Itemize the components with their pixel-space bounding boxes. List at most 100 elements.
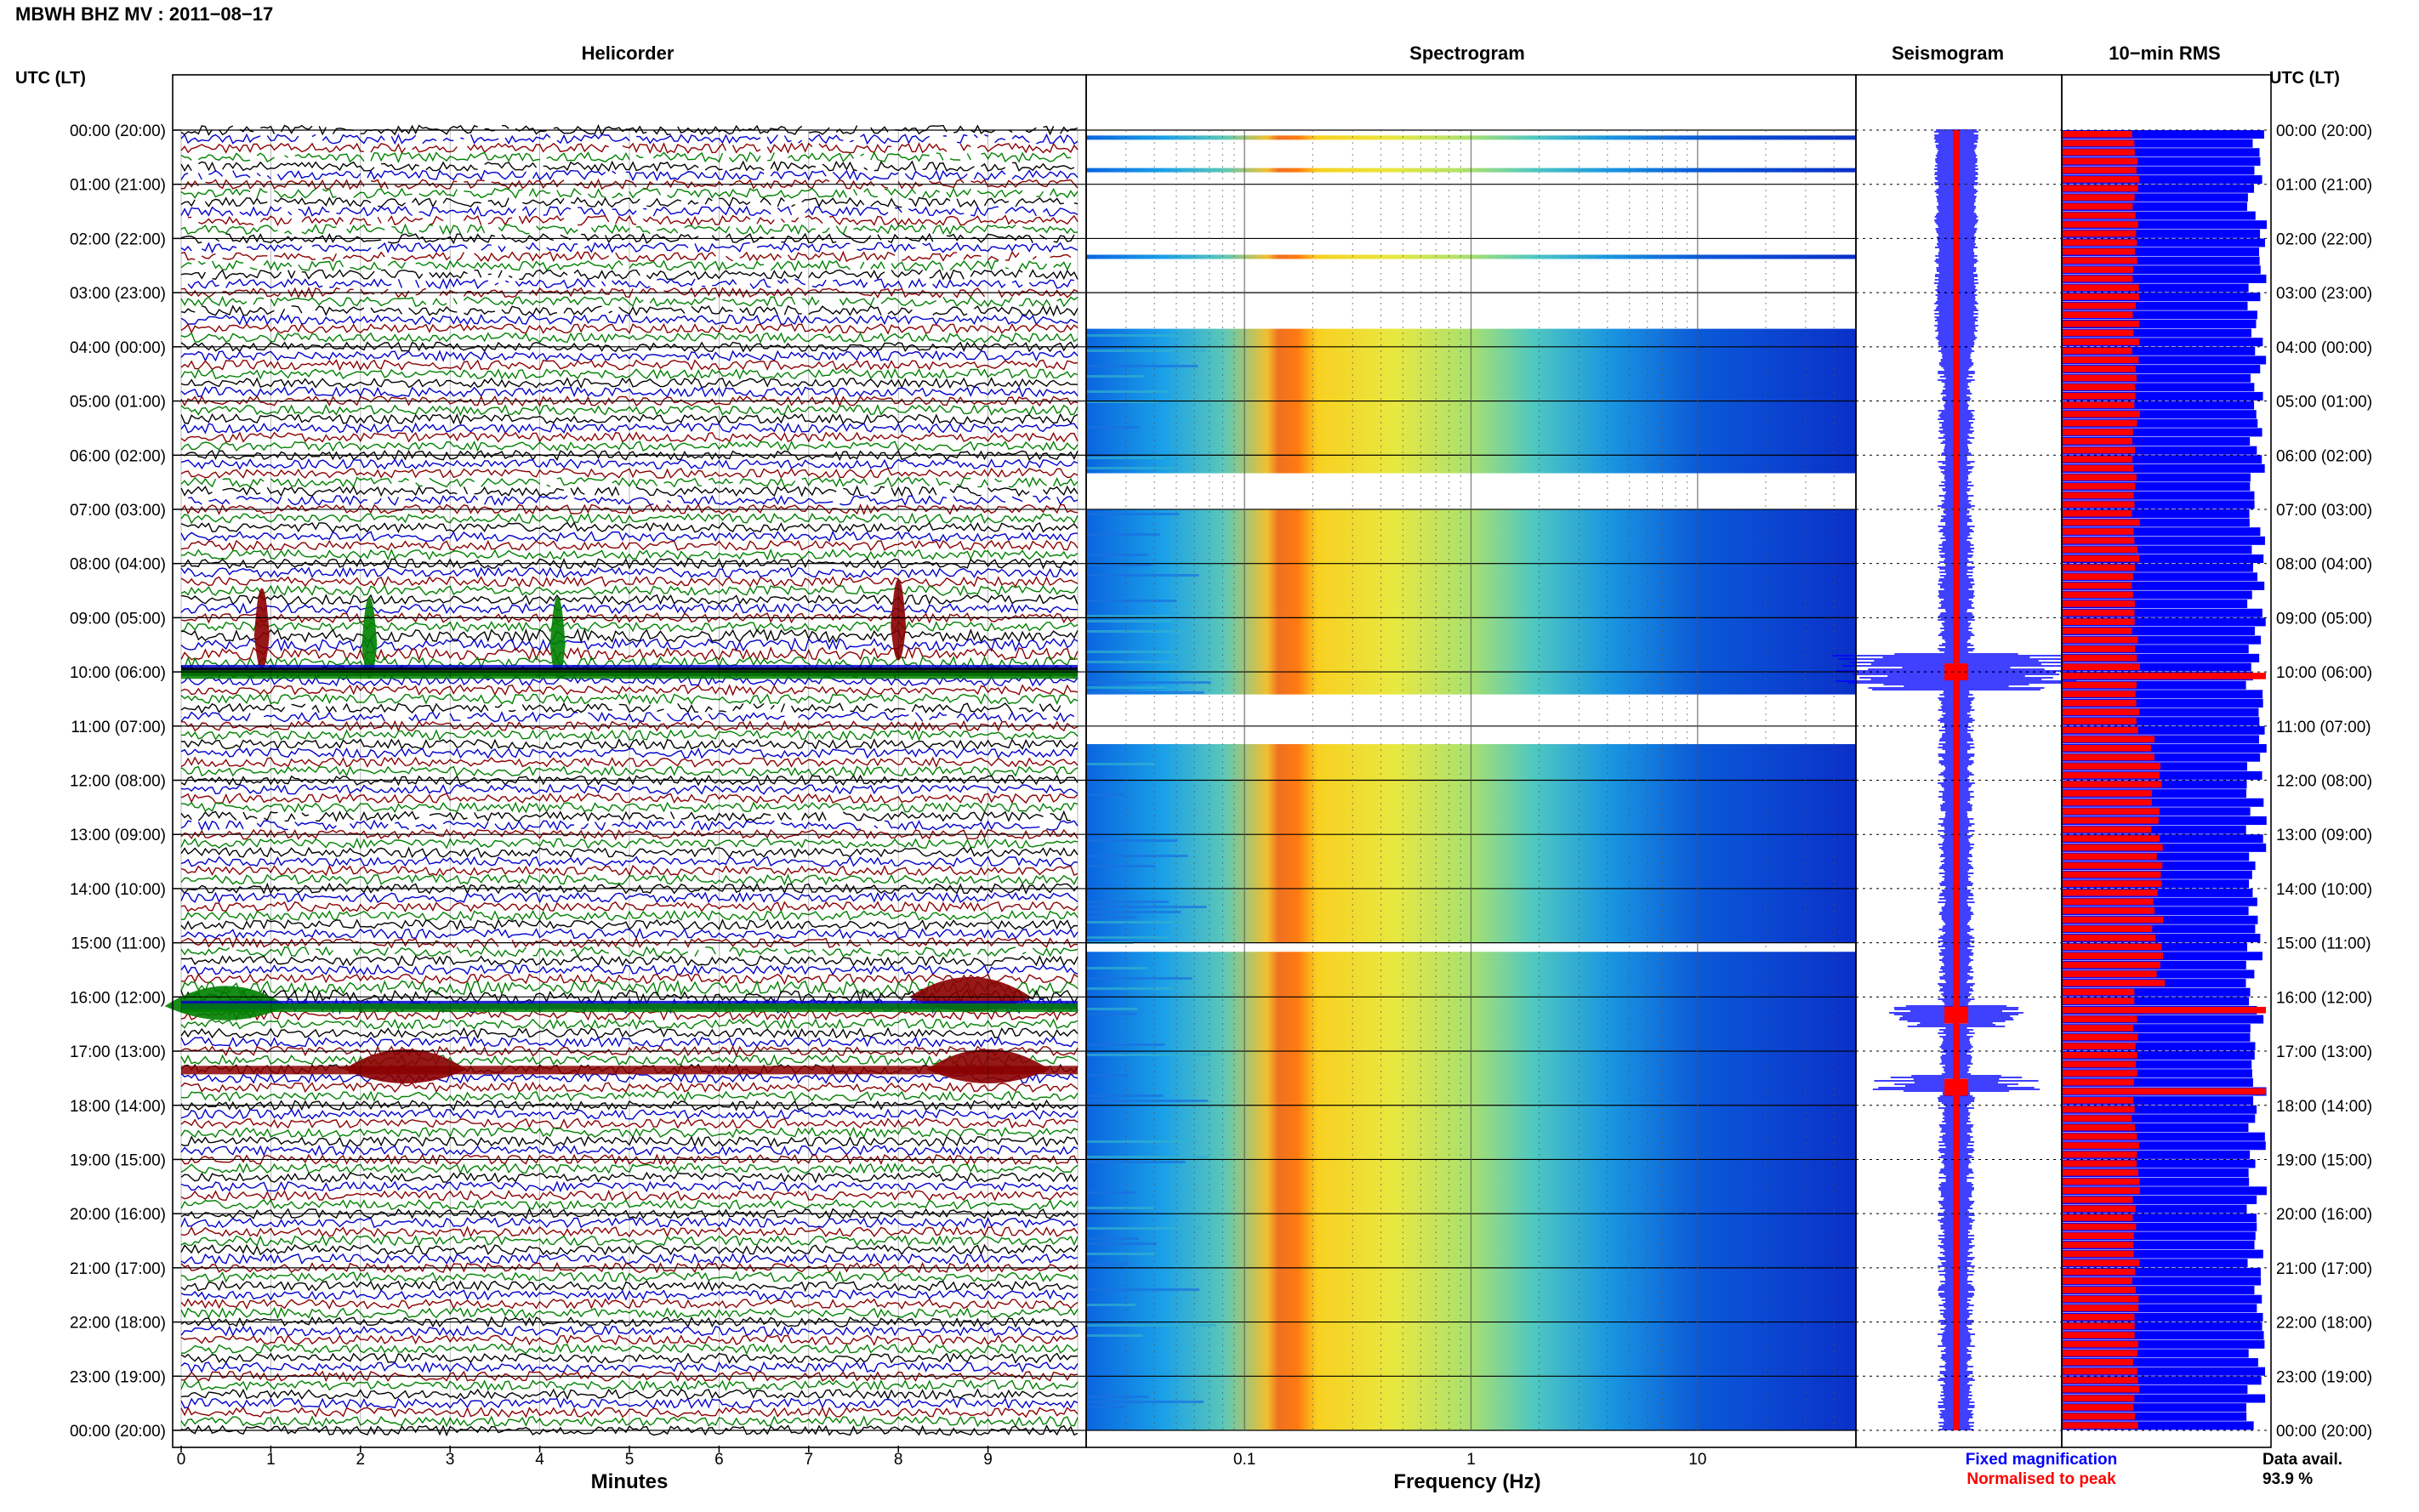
spectrogram-x-tick-label: 10 bbox=[1688, 1451, 1706, 1469]
rms-bar-normalised bbox=[2062, 889, 2158, 896]
spectrogram-row bbox=[1086, 1242, 1157, 1245]
helicorder-xlabel: Minutes bbox=[591, 1470, 669, 1493]
rms-bar-normalised bbox=[2062, 645, 2136, 652]
spectrogram-row bbox=[1086, 1304, 1136, 1306]
spectrogram-row bbox=[1086, 1043, 1165, 1046]
seismic-summary-chart: MBWH BHZ MV : 2011−08−17 UTC (LT) UTC (L… bbox=[15, 3, 2372, 1493]
spectrogram-xlabel: Frequency (Hz) bbox=[1393, 1470, 1540, 1493]
seismogram-peak bbox=[1944, 1006, 1968, 1024]
rms-bar-normalised bbox=[2062, 528, 2134, 535]
spectrogram-row bbox=[1086, 1100, 1208, 1102]
rms-bar-normalised bbox=[2062, 483, 2136, 490]
rms-bar-normalised bbox=[2062, 691, 2136, 697]
rms-bar-normalised bbox=[2062, 781, 2162, 788]
rms-bar-normalised bbox=[2062, 302, 2136, 310]
helicorder-trace-row bbox=[180, 711, 1075, 723]
rms-bar-normalised bbox=[2062, 1052, 2137, 1059]
helicorder-x-tick-label: 4 bbox=[535, 1451, 544, 1469]
rms-bar-normalised bbox=[2062, 1033, 2138, 1041]
rms-bar-normalised bbox=[2062, 673, 2266, 679]
rms-bar-normalised bbox=[2062, 546, 2138, 554]
y-tick-label-left: 20:00 (16:00) bbox=[70, 1206, 166, 1224]
data-avail-value: 93.9 % bbox=[2262, 1470, 2313, 1488]
spectrogram-row bbox=[1086, 691, 1204, 694]
rms-bar-normalised bbox=[2062, 311, 2133, 318]
rms-bar-normalised bbox=[2062, 1142, 2140, 1149]
seismogram-title: Seismogram bbox=[1892, 43, 2004, 64]
rms-bar-normalised bbox=[2062, 935, 2156, 941]
spectrogram-row bbox=[1086, 1013, 1137, 1015]
data-avail-label: Data avail. bbox=[2262, 1451, 2342, 1469]
rms-bar-normalised bbox=[2062, 1422, 2138, 1429]
rms-bar-normalised bbox=[2062, 320, 2139, 327]
y-tick-label-right: 06:00 (02:00) bbox=[2276, 447, 2372, 465]
rms-bar-normalised bbox=[2062, 248, 2136, 255]
y-tick-label-right: 03:00 (23:00) bbox=[2276, 285, 2372, 303]
spectrogram-row bbox=[1086, 365, 1198, 367]
y-tick-label-right: 14:00 (10:00) bbox=[2276, 881, 2372, 899]
spectrogram-row bbox=[1086, 916, 1137, 918]
spectrogram-row bbox=[1086, 1207, 1155, 1209]
rms-bar-normalised bbox=[2062, 699, 2137, 707]
y-tick-label-left: 15:00 (11:00) bbox=[71, 935, 166, 953]
rms-bar-normalised bbox=[2062, 1078, 2134, 1086]
rms-bar-normalised bbox=[2062, 464, 2134, 472]
spectrogram-row bbox=[1086, 906, 1207, 908]
y-tick-label-right: 00:00 (20:00) bbox=[2276, 122, 2372, 140]
seismogram-trace bbox=[1832, 129, 2080, 1430]
rms-bar-normalised bbox=[2062, 1259, 2140, 1266]
rms-bar-normalised bbox=[2062, 1385, 2139, 1393]
y-tick-label-right: 23:00 (19:00) bbox=[2276, 1368, 2372, 1386]
y-tick-label-left: 19:00 (15:00) bbox=[70, 1151, 166, 1169]
rms-bar-normalised bbox=[2062, 627, 2132, 634]
rms-bar-normalised bbox=[2062, 718, 2137, 725]
rms-bar-normalised bbox=[2062, 799, 2152, 806]
rms-bar-normalised bbox=[2062, 519, 2140, 526]
y-tick-label-left: 05:00 (01:00) bbox=[70, 394, 166, 412]
rms-bar-normalised bbox=[2062, 1287, 2137, 1293]
y-tick-label-left: 21:00 (17:00) bbox=[70, 1260, 166, 1278]
rms-bar-normalised bbox=[2062, 582, 2132, 589]
rms-bar-normalised bbox=[2062, 1232, 2134, 1240]
rms-bar-normalised bbox=[2062, 808, 2160, 815]
helicorder-trace-row bbox=[180, 160, 1075, 173]
rms-bar-normalised bbox=[2062, 1367, 2137, 1375]
y-tick-label-right: 02:00 (22:00) bbox=[2276, 230, 2372, 248]
rms-bar-normalised bbox=[2062, 1106, 2135, 1113]
spectrogram-row bbox=[1086, 977, 1192, 980]
y-tick-label-right: 22:00 (18:00) bbox=[2276, 1315, 2372, 1333]
spectrogram-row bbox=[1086, 334, 1183, 337]
spectrogram-row bbox=[1086, 630, 1184, 633]
rms-bar-normalised bbox=[2062, 555, 2140, 562]
y-tick-label-left: 12:00 (08:00) bbox=[70, 773, 166, 791]
y-tick-label-right: 13:00 (09:00) bbox=[2276, 827, 2372, 844]
y-tick-label-left: 13:00 (09:00) bbox=[70, 827, 166, 844]
rms-bar-normalised bbox=[2062, 1025, 2133, 1032]
rms-bar-normalised bbox=[2062, 1250, 2134, 1258]
rms-bar-normalised bbox=[2062, 726, 2138, 734]
spectrogram-x-tick-label: 1 bbox=[1466, 1451, 1476, 1469]
spectrogram-row bbox=[1086, 1237, 1139, 1240]
rms-bar-normalised bbox=[2062, 816, 2159, 824]
spectrogram-row bbox=[1086, 620, 1173, 622]
spectrogram-row bbox=[1086, 967, 1148, 969]
rms-bar-normalised bbox=[2062, 1088, 2266, 1095]
legend-normalised-to-peak: Normalised to peak bbox=[1967, 1470, 2116, 1488]
helicorder-x-tick-label: 5 bbox=[625, 1451, 635, 1469]
rms-bar-normalised bbox=[2062, 384, 2136, 390]
rms-bar-normalised bbox=[2062, 239, 2137, 247]
rms-bar-normalised bbox=[2062, 474, 2137, 481]
rms-bar-normalised bbox=[2062, 1214, 2133, 1221]
y-tick-label-right: 12:00 (08:00) bbox=[2276, 773, 2372, 791]
y-tick-label-right: 00:00 (20:00) bbox=[2276, 1423, 2372, 1441]
spectrogram-row bbox=[1086, 554, 1148, 556]
rms-bar-normalised bbox=[2062, 1359, 2134, 1366]
seismogram-peak bbox=[1944, 663, 1968, 681]
spectrogram-row bbox=[1086, 1008, 1138, 1010]
rms-bar-normalised bbox=[2062, 1060, 2137, 1068]
y-tick-label-left: 02:00 (22:00) bbox=[70, 230, 166, 248]
rms-bar-normalised bbox=[2062, 338, 2140, 345]
spectrogram-row bbox=[1086, 1074, 1129, 1077]
y-tick-label-left: 04:00 (00:00) bbox=[70, 339, 166, 357]
y-tick-label-right: 08:00 (04:00) bbox=[2276, 556, 2372, 574]
